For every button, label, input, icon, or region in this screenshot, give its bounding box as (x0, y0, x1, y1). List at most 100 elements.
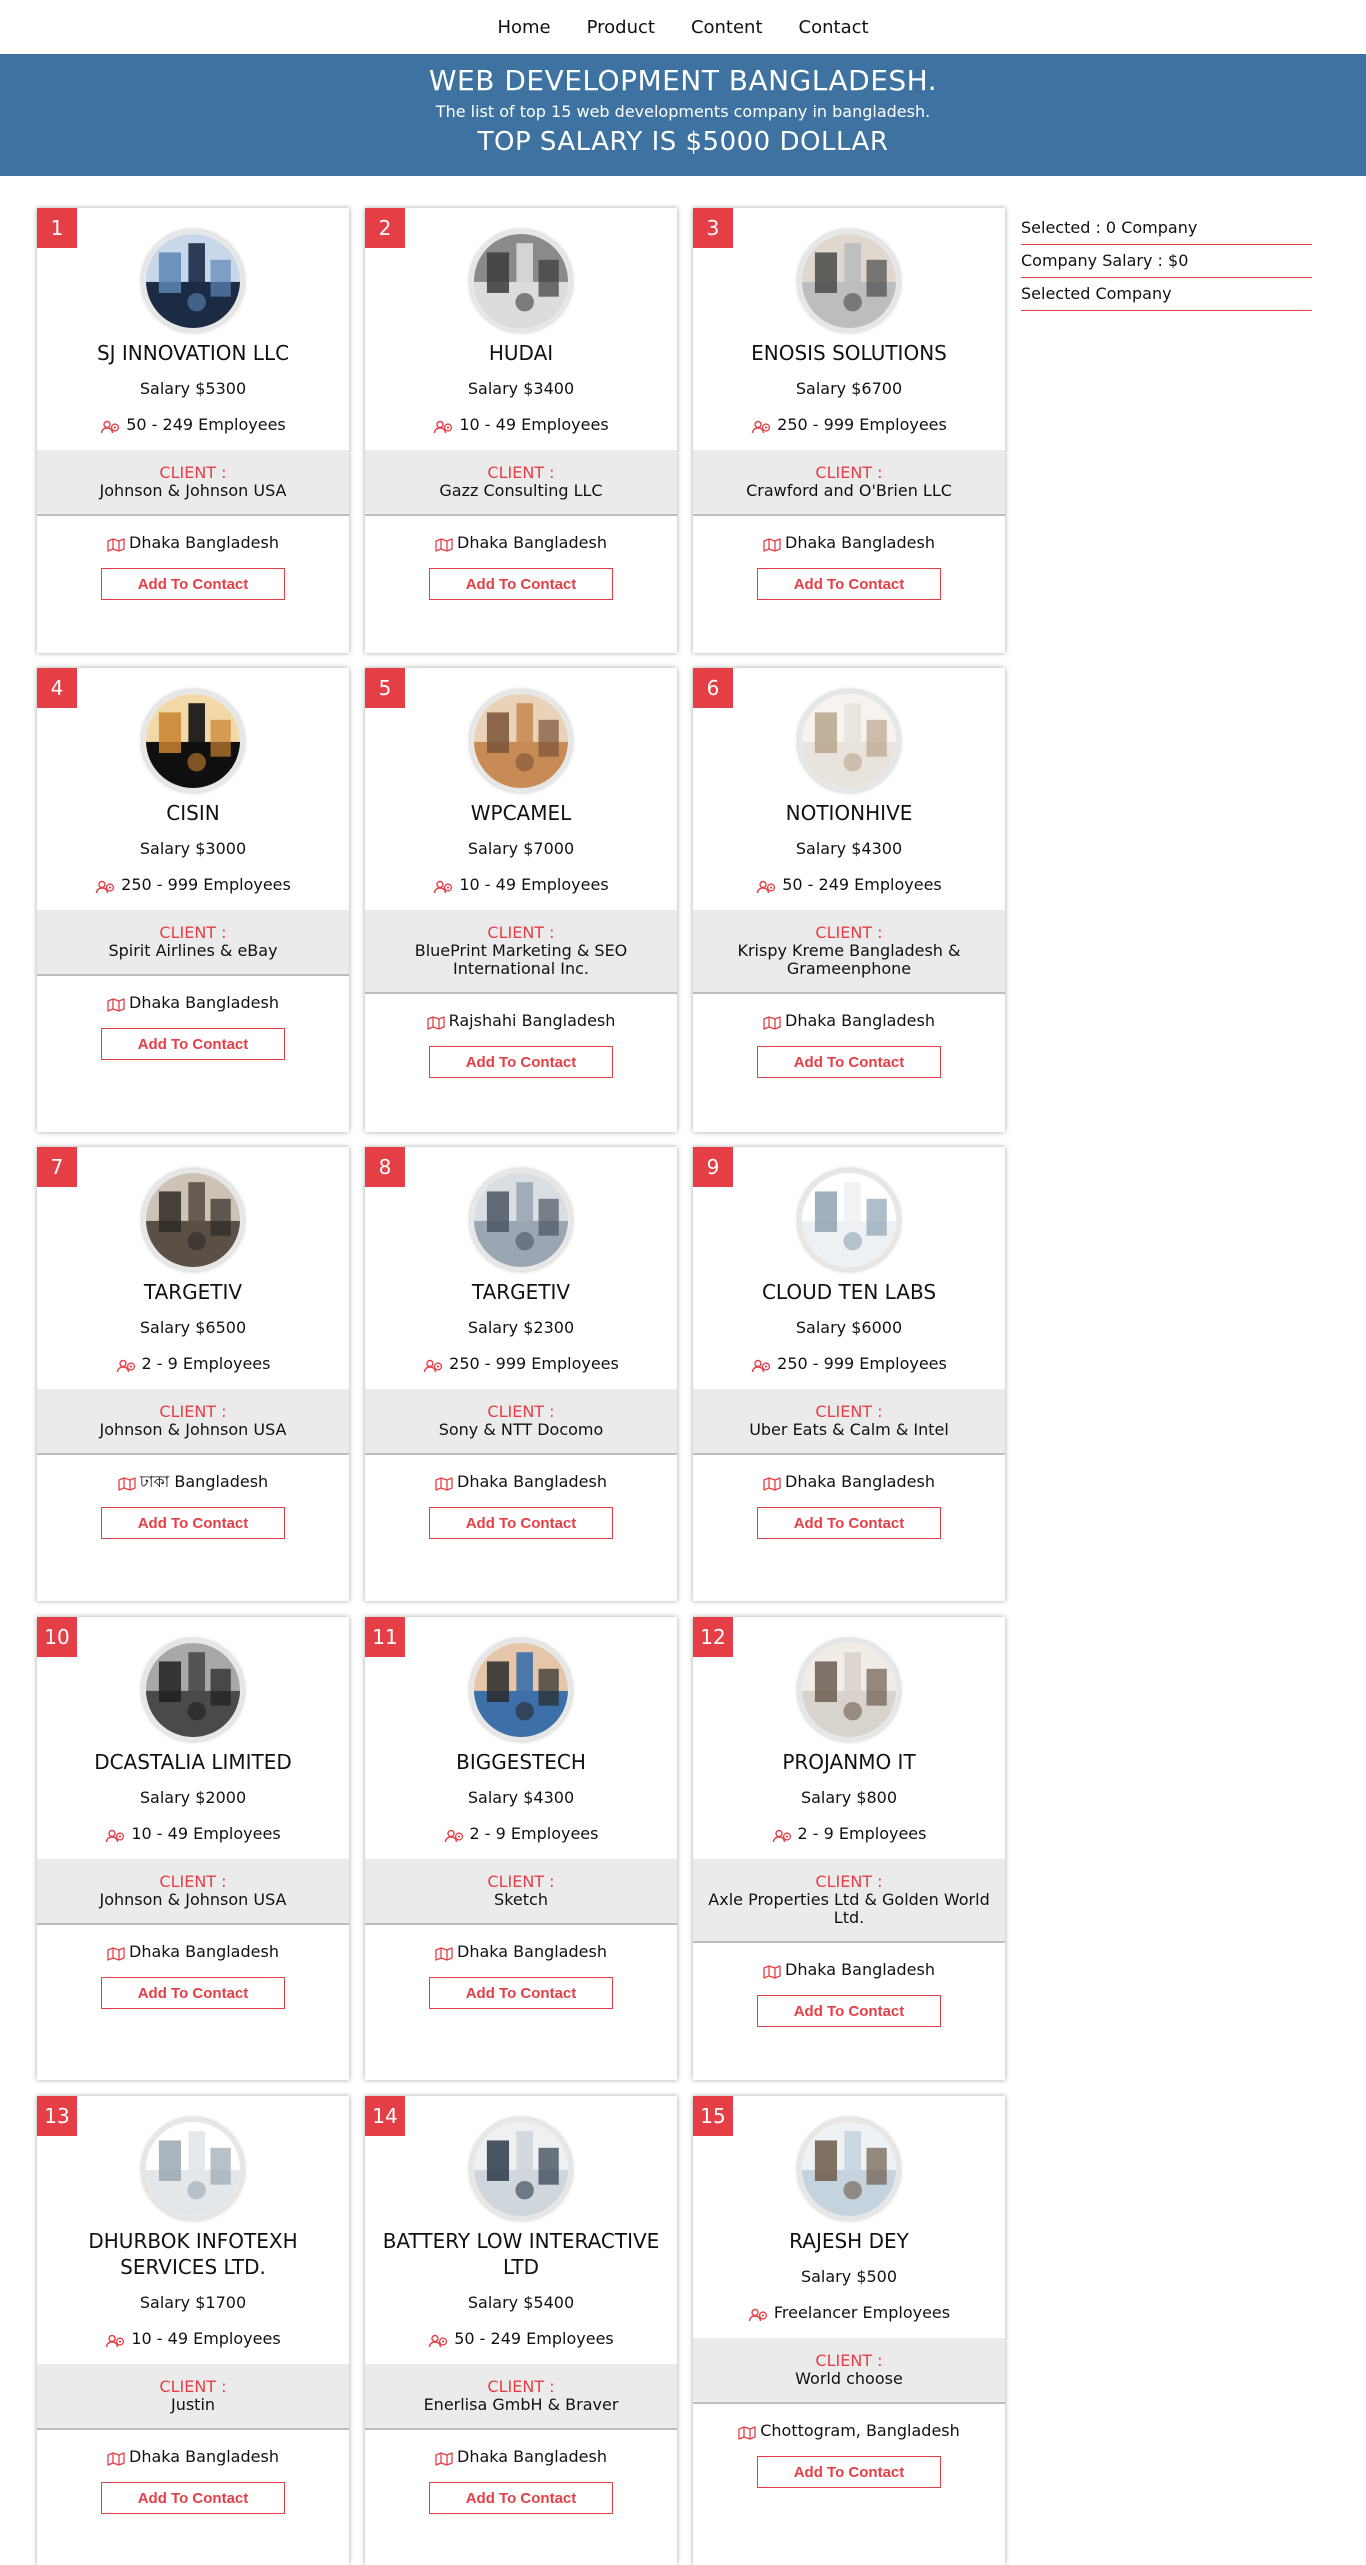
company-salary: Salary $5300 (139, 379, 247, 398)
map-icon (763, 1014, 781, 1030)
bright-office-photo (798, 1169, 900, 1271)
employee-count-row: 50 - 249 Employees (693, 874, 1005, 896)
meeting-room-photo (142, 1169, 244, 1271)
company-card: 3 ENOSIS SOLUTIONS Salary $6700 250 - 999 E… (693, 208, 1005, 653)
client-label: CLIENT : (815, 2351, 883, 2370)
map-icon (107, 2450, 125, 2466)
employee-count-row: 250 - 999 Employees (37, 874, 349, 896)
card-number-badge: 14 (365, 2096, 405, 2136)
employee-count-row: 2 - 9 Employees (365, 1823, 677, 1845)
add-to-contact-button[interactable]: Add To Contact (101, 568, 285, 600)
map-icon (763, 1963, 781, 1979)
add-to-contact-button[interactable]: Add To Contact (101, 1028, 285, 1060)
employee-count-row: 2 - 9 Employees (693, 1823, 1005, 1845)
employee-count-row: Freelancer Employees (693, 2302, 1005, 2324)
company-name: CLOUD TEN LABS (761, 1280, 937, 1304)
company-location: Dhaka Bangladesh (129, 1942, 279, 1961)
employee-count-row: 10 - 49 Employees (37, 1823, 349, 1845)
company-location: ঢাকা Bangladesh (139, 1472, 269, 1491)
company-location: Dhaka Bangladesh (457, 533, 607, 552)
company-card: 14 BATTERY LOW INTERACTIVE LTD Salary $540… (365, 2096, 677, 2565)
client-name: Gazz Consulting LLC (439, 481, 603, 500)
company-card: 11 BIGGESTECH Salary $4300 2 - 9 Employees C… (365, 1617, 677, 2080)
add-to-contact-button[interactable]: Add To Contact (429, 1977, 613, 2009)
client-label: CLIENT : (487, 2377, 555, 2396)
buildings-photo (142, 230, 244, 332)
users-gear-icon (751, 1357, 773, 1373)
banner-subtitle: The list of top 15 web developments comp… (435, 102, 931, 121)
add-to-contact-button[interactable]: Add To Contact (429, 1507, 613, 1539)
company-salary: Salary $2300 (467, 1318, 575, 1337)
client-label: CLIENT : (815, 1402, 883, 1421)
company-location: Dhaka Bangladesh (457, 1942, 607, 1961)
company-salary: Salary $2000 (139, 1788, 247, 1807)
add-to-contact-button[interactable]: Add To Contact (757, 568, 941, 600)
card-number-badge: 1 (37, 208, 77, 248)
selection-summary: Selected : 0 Company Company Salary : $0… (1021, 212, 1312, 311)
employee-count: 50 - 249 Employees (454, 2329, 614, 2348)
map-icon (435, 1475, 453, 1491)
map-icon (763, 536, 781, 552)
map-icon (107, 1945, 125, 1961)
card-number-badge: 4 (37, 668, 77, 708)
add-to-contact-button[interactable]: Add To Contact (429, 1046, 613, 1078)
users-gear-icon (433, 878, 455, 894)
client-label: CLIENT : (487, 1872, 555, 1891)
add-to-contact-button[interactable]: Add To Contact (429, 568, 613, 600)
map-icon (435, 2450, 453, 2466)
users-gear-icon (428, 2332, 450, 2348)
add-to-contact-button[interactable]: Add To Contact (757, 1046, 941, 1078)
add-to-contact-button[interactable]: Add To Contact (101, 1507, 285, 1539)
client-name: Justin (170, 2395, 216, 2414)
location-row: Rajshahi Bangladesh (365, 1010, 677, 1032)
company-location: Dhaka Bangladesh (457, 1472, 607, 1491)
card-number-badge: 2 (365, 208, 405, 248)
laptop-desk-photo (470, 230, 572, 332)
client-label: CLIENT : (815, 1872, 883, 1891)
nav-content-link[interactable]: Content (691, 17, 763, 38)
location-row: Dhaka Bangladesh (365, 532, 677, 554)
nav-home-link[interactable]: Home (497, 17, 550, 38)
client-label: CLIENT : (487, 463, 555, 482)
location-row: Dhaka Bangladesh (365, 1471, 677, 1493)
company-name: RAJESH DEY (789, 2229, 909, 2253)
client-name: Sony & NTT Docomo (438, 1420, 604, 1439)
company-salary: Salary $500 (800, 2267, 898, 2286)
company-location: Dhaka Bangladesh (129, 533, 279, 552)
add-to-contact-button[interactable]: Add To Contact (101, 2482, 285, 2514)
company-name: TARGETIV (143, 1280, 243, 1304)
add-to-contact-button[interactable]: Add To Contact (101, 1977, 285, 2009)
company-name: HUDAI (488, 341, 554, 365)
company-name: BATTERY LOW INTERACTIVE LTD (382, 2229, 660, 2279)
client-name: Johnson & Johnson USA (99, 1890, 287, 1909)
team-hands-photo (470, 690, 572, 792)
client-section: CLIENT : World choose (693, 2338, 1005, 2404)
add-to-contact-button[interactable]: Add To Contact (757, 1507, 941, 1539)
nav-product-link[interactable]: Product (587, 17, 655, 38)
coworkers-photo (470, 1639, 572, 1741)
add-to-contact-button[interactable]: Add To Contact (429, 2482, 613, 2514)
users-gear-icon (423, 1357, 445, 1373)
card-number-badge: 13 (37, 2096, 77, 2136)
hero-banner: WEB DEVELOPMENT BANGLADESH. The list of … (0, 54, 1366, 176)
company-card: 8 TARGETIV Salary $2300 250 - 999 Employees… (365, 1147, 677, 1601)
card-number-badge: 7 (37, 1147, 77, 1187)
add-to-contact-button[interactable]: Add To Contact (757, 2456, 941, 2488)
map-icon (738, 2424, 756, 2440)
client-section: CLIENT : Johnson & Johnson USA (37, 450, 349, 516)
selected-count: Selected : 0 Company (1021, 212, 1312, 245)
location-row: Dhaka Bangladesh (693, 532, 1005, 554)
location-row: Dhaka Bangladesh (365, 2446, 677, 2468)
employee-count-row: 50 - 249 Employees (37, 414, 349, 436)
office-team-photo (470, 1169, 572, 1271)
company-salary: Salary $4300 (795, 839, 903, 858)
tech-hand-photo (142, 690, 244, 792)
add-to-contact-button[interactable]: Add To Contact (757, 1995, 941, 2027)
client-section: CLIENT : Crawford and O'Brien LLC (693, 450, 1005, 516)
company-location: Dhaka Bangladesh (785, 533, 935, 552)
users-gear-icon (772, 1827, 794, 1843)
company-name: TARGETIV (471, 1280, 571, 1304)
card-number-badge: 5 (365, 668, 405, 708)
company-name: SJ INNOVATION LLC (96, 341, 290, 365)
nav-contact-link[interactable]: Contact (799, 17, 869, 38)
